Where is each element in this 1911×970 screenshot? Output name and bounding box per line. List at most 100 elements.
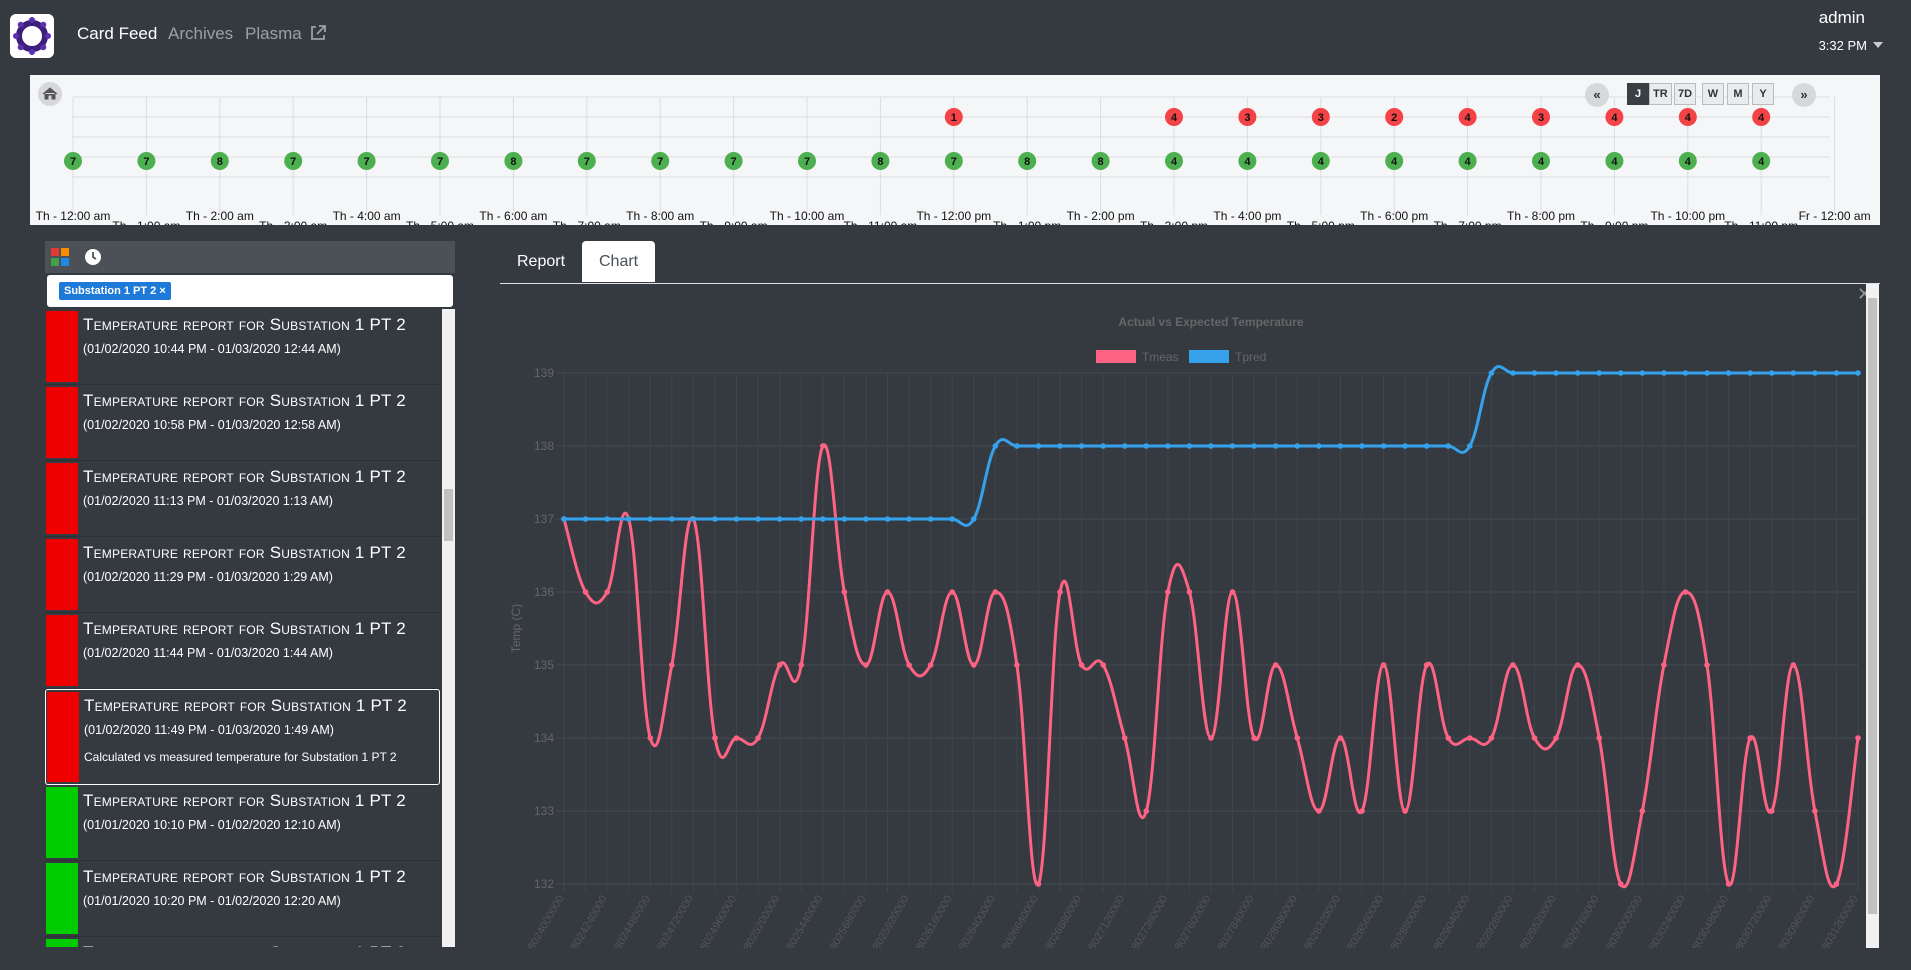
- card-item[interactable]: Temperature report for Substation 1 PT 2…: [45, 309, 440, 385]
- data-point-tpred[interactable]: [841, 516, 848, 522]
- data-point-tpred[interactable]: [1229, 443, 1236, 449]
- card-item[interactable]: Temperature report for Substation 1 PT 2…: [45, 385, 440, 461]
- data-point-tmeas[interactable]: [1100, 662, 1106, 668]
- scale-button-w[interactable]: W: [1702, 83, 1724, 105]
- data-point-tmeas[interactable]: [820, 443, 826, 449]
- data-point-tpred[interactable]: [1467, 443, 1473, 449]
- scale-button-j[interactable]: J: [1627, 83, 1649, 105]
- data-point-tpred[interactable]: [625, 516, 632, 522]
- data-point-tmeas[interactable]: [1704, 662, 1710, 668]
- scale-button-y[interactable]: Y: [1752, 83, 1774, 105]
- data-point-tmeas[interactable]: [1380, 662, 1387, 668]
- data-point-tmeas[interactable]: [1337, 735, 1344, 741]
- data-point-tmeas[interactable]: [647, 735, 654, 741]
- data-point-tpred[interactable]: [1553, 370, 1559, 376]
- data-point-tpred[interactable]: [561, 516, 567, 522]
- app-logo[interactable]: [10, 14, 54, 58]
- data-point-tpred[interactable]: [1402, 443, 1408, 449]
- type-filter-icon[interactable]: [49, 246, 71, 268]
- data-point-tmeas[interactable]: [1186, 589, 1193, 595]
- data-point-tmeas[interactable]: [1078, 662, 1085, 668]
- nav-plasma[interactable]: Plasma: [245, 24, 327, 44]
- legend-swatch[interactable]: [1189, 350, 1229, 363]
- card-item[interactable]: Temperature report for Substation 1 PT 2…: [45, 785, 440, 861]
- data-point-tmeas[interactable]: [949, 589, 955, 595]
- timeline-prev-button[interactable]: «: [1585, 83, 1609, 107]
- data-point-tmeas[interactable]: [776, 662, 783, 668]
- timeline-next-button[interactable]: »: [1792, 83, 1816, 107]
- data-point-tpred[interactable]: [1510, 370, 1516, 376]
- filter-chip-substation[interactable]: Substation 1 PT 2 ×: [59, 282, 171, 300]
- data-point-tmeas[interactable]: [1294, 735, 1301, 741]
- legend-label[interactable]: Tpred: [1235, 350, 1266, 364]
- data-point-tmeas[interactable]: [1035, 881, 1042, 887]
- data-point-tpred[interactable]: [1423, 443, 1430, 449]
- data-point-tmeas[interactable]: [1639, 808, 1646, 814]
- data-point-tpred[interactable]: [582, 516, 589, 522]
- data-point-tmeas[interactable]: [841, 589, 848, 595]
- data-point-tmeas[interactable]: [884, 589, 891, 595]
- data-point-tmeas[interactable]: [1208, 735, 1214, 741]
- data-point-tpred[interactable]: [776, 516, 783, 522]
- data-point-tmeas[interactable]: [1617, 881, 1624, 887]
- scale-button-m[interactable]: M: [1727, 83, 1749, 105]
- card-item[interactable]: Temperature report for Substation 1 PT 2…: [45, 613, 440, 689]
- data-point-tpred[interactable]: [1208, 443, 1214, 449]
- data-point-tpred[interactable]: [1359, 443, 1365, 449]
- clock-icon[interactable]: [84, 248, 102, 266]
- data-point-tpred[interactable]: [1165, 443, 1171, 449]
- data-point-tmeas[interactable]: [1251, 735, 1257, 741]
- data-point-tmeas[interactable]: [1467, 735, 1473, 741]
- data-point-tmeas[interactable]: [1682, 589, 1689, 595]
- data-point-tpred[interactable]: [992, 443, 999, 449]
- card-item[interactable]: Temperature report for Substation 1 PT 2…: [45, 461, 440, 537]
- data-point-tmeas[interactable]: [1510, 662, 1516, 668]
- data-point-tpred[interactable]: [1617, 370, 1624, 376]
- data-point-tmeas[interactable]: [582, 589, 589, 595]
- data-point-tpred[interactable]: [1855, 370, 1861, 376]
- card-item[interactable]: Temperature report for Substation 1 PT 2: [45, 937, 440, 947]
- data-point-tmeas[interactable]: [1272, 662, 1279, 668]
- data-point-tmeas[interactable]: [798, 662, 805, 668]
- data-point-tmeas[interactable]: [1833, 881, 1840, 887]
- card-item[interactable]: Temperature report for Substation 1 PT 2…: [45, 861, 440, 937]
- data-point-tpred[interactable]: [669, 516, 675, 522]
- data-point-tpred[interactable]: [604, 516, 610, 522]
- data-point-tpred[interactable]: [1596, 370, 1602, 376]
- data-point-tpred[interactable]: [1833, 370, 1840, 376]
- data-point-tmeas[interactable]: [1855, 735, 1861, 741]
- data-point-tpred[interactable]: [1639, 370, 1646, 376]
- data-point-tpred[interactable]: [1078, 443, 1085, 449]
- data-point-tpred[interactable]: [1661, 370, 1667, 376]
- nav-archives[interactable]: Archives: [168, 24, 233, 44]
- data-point-tmeas[interactable]: [1445, 735, 1452, 741]
- data-point-tpred[interactable]: [1251, 443, 1257, 449]
- chart-scrollbar[interactable]: [1866, 284, 1879, 948]
- legend-label[interactable]: Tmeas: [1142, 350, 1179, 364]
- data-point-tmeas[interactable]: [1574, 662, 1581, 668]
- data-point-tpred[interactable]: [712, 516, 718, 522]
- data-point-tpred[interactable]: [1035, 443, 1042, 449]
- data-point-tpred[interactable]: [1143, 443, 1150, 449]
- data-point-tpred[interactable]: [1380, 443, 1387, 449]
- card-list-scrollbar[interactable]: [442, 309, 455, 947]
- nav-card-feed[interactable]: Card Feed: [77, 24, 157, 44]
- data-point-tpred[interactable]: [798, 516, 805, 522]
- data-point-tpred[interactable]: [1682, 370, 1689, 376]
- data-point-tpred[interactable]: [1574, 370, 1581, 376]
- scale-button-tr[interactable]: TR: [1649, 83, 1672, 105]
- data-point-tpred[interactable]: [1812, 370, 1818, 376]
- data-point-tmeas[interactable]: [1790, 662, 1797, 668]
- data-point-tpred[interactable]: [1316, 443, 1322, 449]
- data-point-tmeas[interactable]: [1812, 808, 1818, 814]
- data-point-tpred[interactable]: [733, 516, 740, 522]
- data-point-tpred[interactable]: [970, 516, 977, 522]
- data-point-tmeas[interactable]: [755, 735, 761, 741]
- data-point-tmeas[interactable]: [712, 735, 718, 741]
- data-point-tmeas[interactable]: [1423, 662, 1430, 668]
- data-point-tmeas[interactable]: [1229, 589, 1236, 595]
- data-point-tpred[interactable]: [690, 516, 697, 522]
- data-point-tpred[interactable]: [755, 516, 761, 522]
- data-point-tmeas[interactable]: [863, 662, 869, 668]
- data-point-tmeas[interactable]: [1014, 662, 1020, 668]
